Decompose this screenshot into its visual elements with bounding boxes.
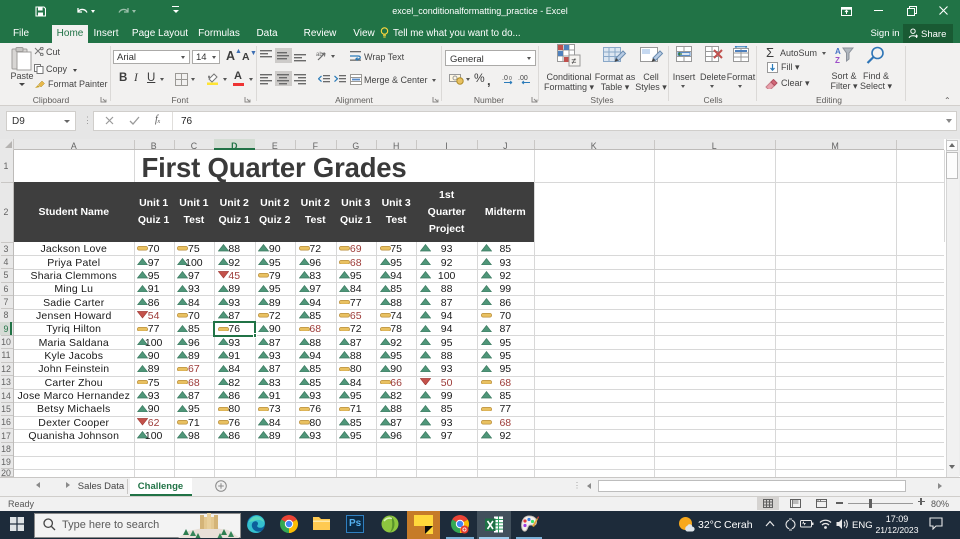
svg-text:Z: Z bbox=[835, 56, 840, 64]
svg-text:ab: ab bbox=[316, 52, 323, 58]
svg-text:≠: ≠ bbox=[572, 56, 577, 66]
svg-text:.0: .0 bbox=[502, 75, 508, 82]
svg-text:A: A bbox=[835, 47, 841, 56]
svg-text:.00: .00 bbox=[518, 75, 528, 82]
